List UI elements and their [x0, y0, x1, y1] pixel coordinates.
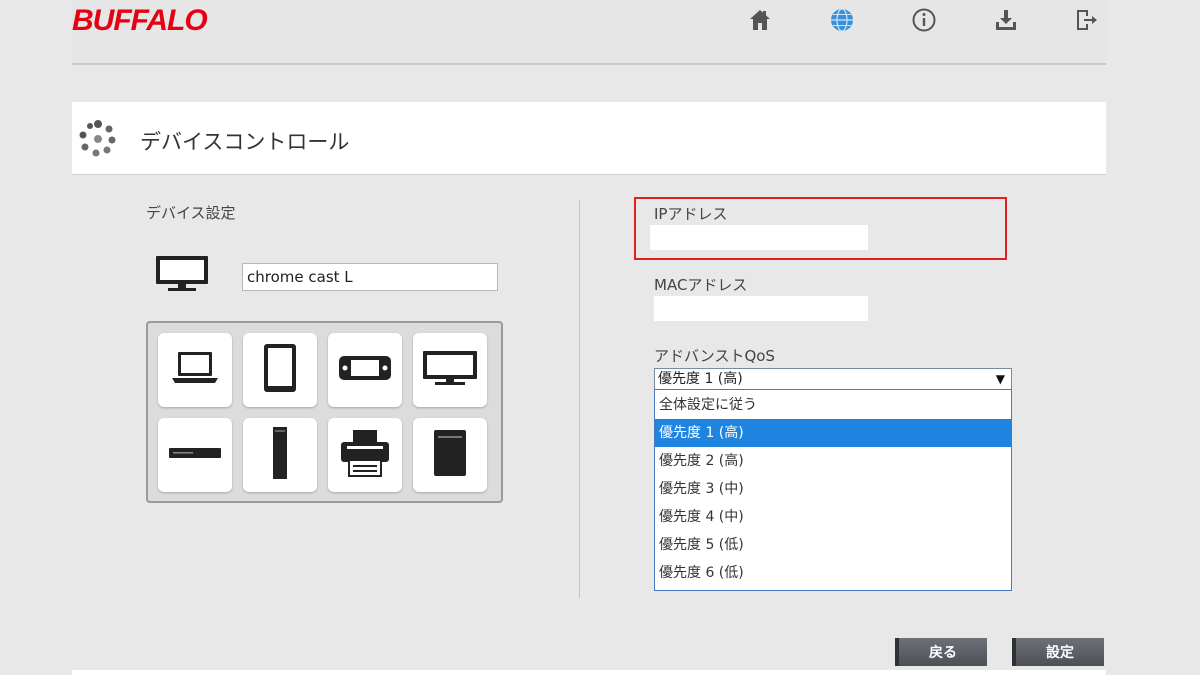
- info-icon[interactable]: [908, 6, 940, 34]
- ip-address-label: IPアドレス: [654, 205, 728, 223]
- page-title: デバイスコントロール: [140, 130, 350, 154]
- tablet-icon: [260, 342, 300, 398]
- nas-icon: [430, 427, 470, 483]
- apply-button[interactable]: 設定: [1012, 638, 1104, 666]
- device-type-tower-pc[interactable]: [243, 418, 317, 492]
- globe-icon[interactable]: [826, 6, 858, 34]
- printer-icon: [337, 428, 393, 482]
- back-button[interactable]: 戻る: [895, 638, 987, 666]
- qos-option-priority-2[interactable]: 優先度 2 (高): [655, 447, 1011, 475]
- qos-option-global[interactable]: 全体設定に従う: [655, 391, 1011, 419]
- laptop-icon: [170, 348, 220, 392]
- device-type-tablet[interactable]: [243, 333, 317, 407]
- bottom-border: [72, 670, 1106, 675]
- advanced-qos-label: アドバンストQoS: [654, 347, 775, 365]
- qos-selected-value: 優先度 1 (高): [658, 371, 743, 387]
- ip-address-value: [650, 225, 868, 250]
- logout-icon[interactable]: [1070, 6, 1102, 34]
- device-type-game-console[interactable]: [328, 333, 402, 407]
- device-type-set-top-box[interactable]: [158, 418, 232, 492]
- mac-address-label: MACアドレス: [654, 276, 748, 294]
- device-type-tv[interactable]: [413, 333, 487, 407]
- qos-option-priority-1[interactable]: 優先度 1 (高): [655, 419, 1011, 447]
- device-type-grid: [146, 321, 503, 503]
- qos-priority-select[interactable]: 優先度 1 (高) ▼: [654, 368, 1012, 390]
- selected-device-tv-icon: [152, 254, 212, 298]
- qos-dropdown-list: 全体設定に従う 優先度 1 (高) 優先度 2 (高) 優先度 3 (中) 優先…: [654, 389, 1012, 591]
- device-settings-label: デバイス設定: [146, 204, 236, 222]
- game-console-icon: [337, 350, 393, 390]
- header-bar: BUFFALO: [72, 0, 1106, 65]
- qos-option-priority-4[interactable]: 優先度 4 (中): [655, 503, 1011, 531]
- device-type-nas[interactable]: [413, 418, 487, 492]
- buffalo-logo[interactable]: BUFFALO: [72, 4, 208, 38]
- device-type-printer[interactable]: [328, 418, 402, 492]
- dropdown-arrow-icon: ▼: [995, 372, 1005, 386]
- tower-pc-icon: [265, 425, 295, 485]
- tv-icon: [421, 348, 479, 392]
- page-title-bar: デバイスコントロール: [72, 102, 1106, 175]
- qos-option-priority-6[interactable]: 優先度 6 (低): [655, 559, 1011, 587]
- qos-option-priority-3[interactable]: 優先度 3 (中): [655, 475, 1011, 503]
- download-icon[interactable]: [990, 6, 1022, 34]
- device-type-laptop[interactable]: [158, 333, 232, 407]
- set-top-box-icon: [167, 443, 223, 467]
- panel-divider: [579, 200, 580, 598]
- mac-address-value: [654, 296, 868, 321]
- qos-option-priority-5[interactable]: 優先度 5 (低): [655, 531, 1011, 559]
- device-control-icon: [76, 116, 120, 164]
- home-icon[interactable]: [744, 6, 776, 34]
- device-name-input[interactable]: [242, 263, 498, 291]
